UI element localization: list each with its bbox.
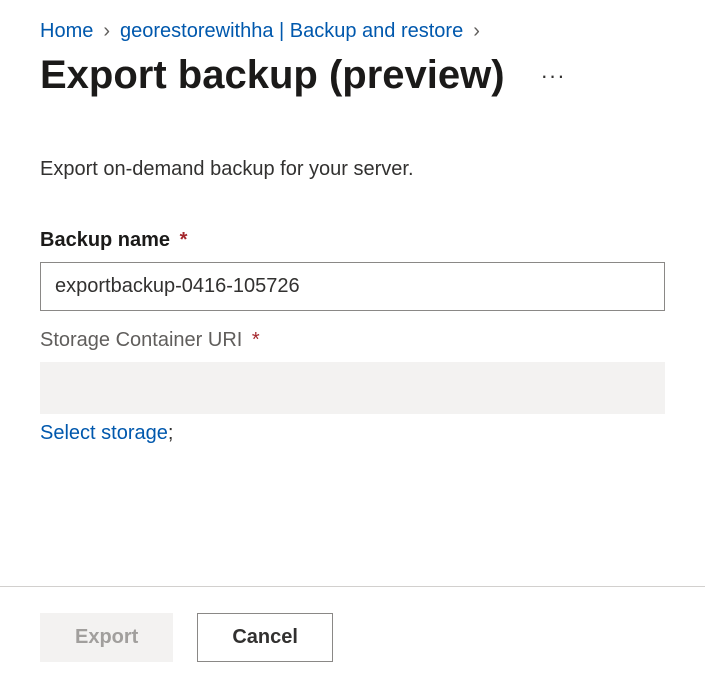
storage-uri-label: Storage Container URI *: [40, 329, 665, 352]
page-description: Export on-demand backup for your server.: [40, 158, 665, 181]
more-actions-button[interactable]: ···: [533, 59, 574, 93]
backup-name-input[interactable]: [40, 262, 665, 311]
link-suffix: ;: [168, 422, 174, 444]
export-button: Export: [40, 613, 173, 662]
chevron-right-icon: ›: [103, 20, 110, 43]
storage-uri-label-text: Storage Container URI: [40, 329, 242, 351]
breadcrumb-home[interactable]: Home: [40, 20, 93, 43]
cancel-button[interactable]: Cancel: [197, 613, 333, 662]
footer-actions: Export Cancel: [0, 586, 705, 688]
required-indicator: *: [252, 329, 260, 351]
chevron-right-icon: ›: [473, 20, 480, 43]
select-storage-link[interactable]: Select storage: [40, 422, 168, 444]
required-indicator: *: [180, 229, 188, 251]
breadcrumb: Home › georestorewithha | Backup and res…: [40, 20, 665, 43]
backup-name-label-text: Backup name: [40, 229, 170, 251]
backup-name-label: Backup name *: [40, 229, 665, 252]
breadcrumb-resource[interactable]: georestorewithha | Backup and restore: [120, 20, 463, 43]
storage-uri-input[interactable]: [40, 362, 665, 414]
page-title: Export backup (preview): [40, 53, 505, 98]
select-storage-row: Select storage;: [40, 422, 665, 445]
